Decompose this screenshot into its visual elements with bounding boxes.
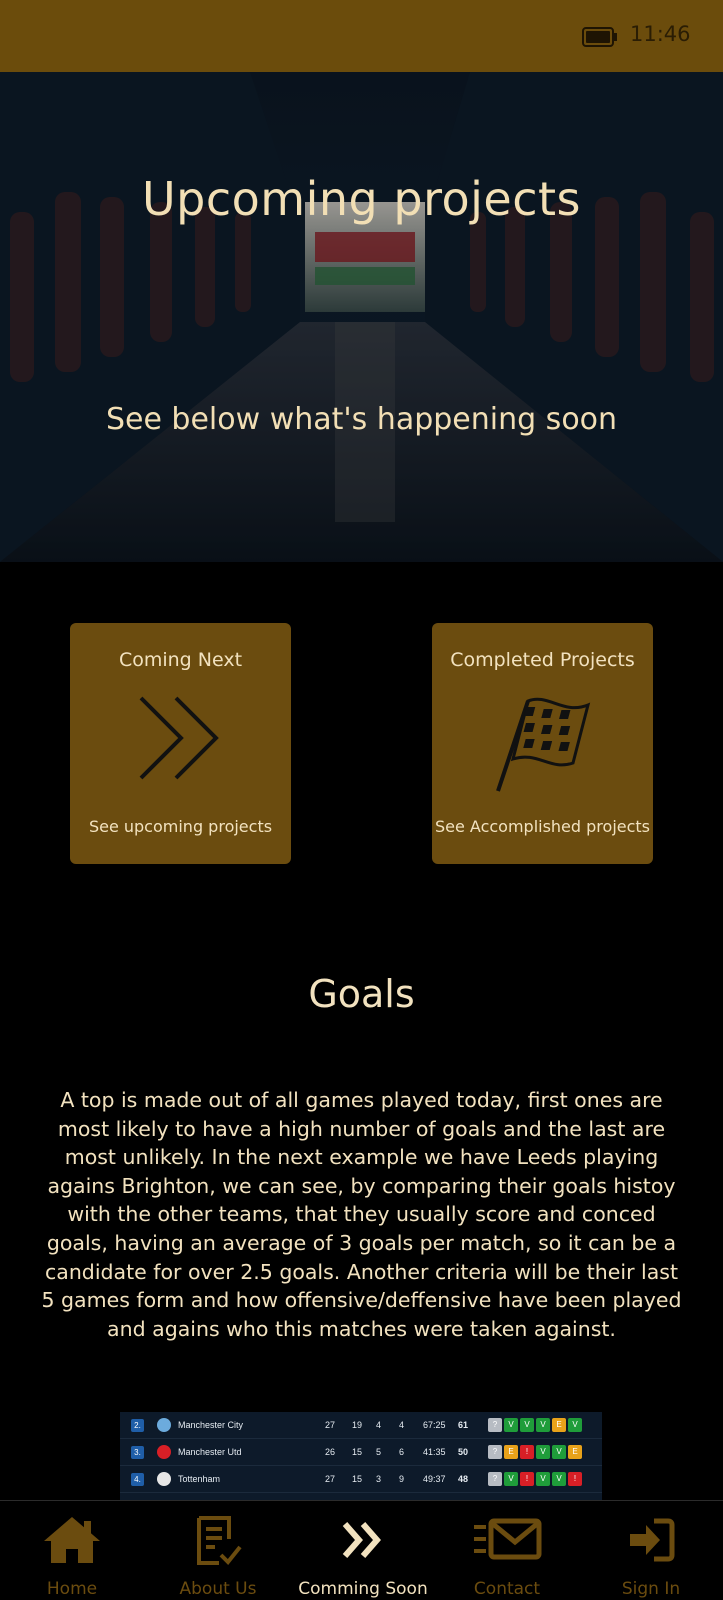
- sign-in-icon: [630, 1518, 675, 1562]
- form-badge: E: [568, 1445, 582, 1459]
- envelope-icon: [474, 1518, 542, 1560]
- form-badge: ?: [488, 1445, 502, 1459]
- checkered-flag-icon: [495, 697, 590, 792]
- table-row: 3. Manchester Utd 26 15 5 6 41:35 50 ? E!…: [120, 1439, 602, 1466]
- status-bar: 11:46: [0, 0, 723, 72]
- card-title: Completed Projects: [450, 649, 635, 671]
- manchester-utd-crest-icon: [157, 1445, 171, 1459]
- goals-for-against: 67:25: [423, 1420, 446, 1430]
- nav-label: Comming Soon: [298, 1579, 428, 1599]
- nav-item-home[interactable]: Home: [0, 1501, 144, 1600]
- card-subtitle: See Accomplished projects: [434, 817, 651, 836]
- form-badge: V: [504, 1472, 518, 1486]
- form-guide: ? V! V V!: [488, 1472, 584, 1486]
- nav-item-sign-in[interactable]: Sign In: [579, 1501, 723, 1600]
- card-title: Coming Next: [118, 649, 243, 671]
- played: 27: [325, 1420, 336, 1430]
- goals-description: A top is made out of all games played to…: [41, 1088, 682, 1341]
- form-badge: !: [520, 1445, 534, 1459]
- drawn: 4: [376, 1420, 382, 1430]
- rank-badge: 2.: [131, 1419, 144, 1432]
- form-badge: V: [504, 1418, 518, 1432]
- coming-next-card[interactable]: Coming Next See upcoming projects: [70, 623, 291, 864]
- form-badge: V: [552, 1472, 566, 1486]
- manchester-city-crest-icon: [157, 1418, 171, 1432]
- rank-badge: 4.: [131, 1473, 144, 1486]
- goals-for-against: 41:35: [423, 1447, 446, 1457]
- lost: 9: [399, 1474, 405, 1484]
- goals-heading: Goals: [308, 972, 415, 1016]
- played: 27: [325, 1474, 336, 1484]
- form-guide: ? E! V V E: [488, 1445, 584, 1459]
- nav-label: Contact: [473, 1579, 541, 1599]
- nav-item-comming-soon[interactable]: Comming Soon: [291, 1501, 435, 1600]
- tottenham-crest-icon: [157, 1472, 171, 1486]
- status-time: 11:46: [630, 22, 691, 46]
- hero-title: Upcoming projects: [142, 172, 581, 226]
- standings-table-image: 2. Manchester City 27 19 4 4 67:25 61 ? V…: [120, 1412, 602, 1502]
- form-badge: !: [520, 1472, 534, 1486]
- double-chevron-right-icon: [139, 696, 219, 780]
- points: 48: [458, 1474, 469, 1484]
- form-guide: ? V V V E V: [488, 1418, 584, 1432]
- form-badge: V: [536, 1472, 550, 1486]
- lost: 4: [399, 1420, 405, 1430]
- nav-label: Home: [46, 1579, 98, 1599]
- completed-projects-card[interactable]: Completed Projects See Accomplished proj…: [432, 623, 653, 864]
- nav-item-contact[interactable]: Contact: [435, 1501, 579, 1600]
- form-badge: !: [568, 1472, 582, 1486]
- form-badge: E: [552, 1418, 566, 1432]
- points: 50: [458, 1447, 469, 1457]
- table-row: 4. Tottenham 27 15 3 9 49:37 48 ? V! V V!: [120, 1466, 602, 1493]
- nav-label: Sign In: [621, 1579, 681, 1599]
- nav-label: About Us: [179, 1579, 257, 1599]
- team-name: Tottenham: [178, 1474, 221, 1484]
- won: 15: [352, 1447, 363, 1457]
- form-badge: V: [536, 1418, 550, 1432]
- form-badge: V: [568, 1418, 582, 1432]
- home-icon: [44, 1517, 100, 1563]
- goals-for-against: 49:37: [423, 1474, 446, 1484]
- lost: 6: [399, 1447, 405, 1457]
- played: 26: [325, 1447, 336, 1457]
- form-badge: V: [552, 1445, 566, 1459]
- battery-icon: [582, 27, 617, 47]
- points: 61: [458, 1420, 469, 1430]
- won: 15: [352, 1474, 363, 1484]
- form-badge: E: [504, 1445, 518, 1459]
- double-chevron-right-icon: [342, 1522, 381, 1558]
- form-badge: ?: [488, 1418, 502, 1432]
- table-row: 2. Manchester City 27 19 4 4 67:25 61 ? V…: [120, 1412, 602, 1439]
- form-badge: V: [520, 1418, 534, 1432]
- card-subtitle: See upcoming projects: [88, 817, 273, 836]
- form-badge: ?: [488, 1472, 502, 1486]
- bottom-navigation: Home About Us Comming Soon Contact Sign …: [0, 1500, 723, 1600]
- won: 19: [352, 1420, 363, 1430]
- tunnel-background-image: [0, 72, 723, 562]
- drawn: 5: [376, 1447, 382, 1457]
- nav-item-about-us[interactable]: About Us: [146, 1501, 290, 1600]
- hero-subtitle: See below what's happening soon: [105, 402, 618, 437]
- team-name: Manchester Utd: [178, 1447, 242, 1457]
- hero-banner: Upcoming projects See below what's happe…: [0, 72, 723, 562]
- team-name: Manchester City: [178, 1420, 244, 1430]
- rank-badge: 3.: [131, 1446, 144, 1459]
- drawn: 3: [376, 1474, 382, 1484]
- form-badge: V: [536, 1445, 550, 1459]
- document-check-icon: [197, 1516, 242, 1565]
